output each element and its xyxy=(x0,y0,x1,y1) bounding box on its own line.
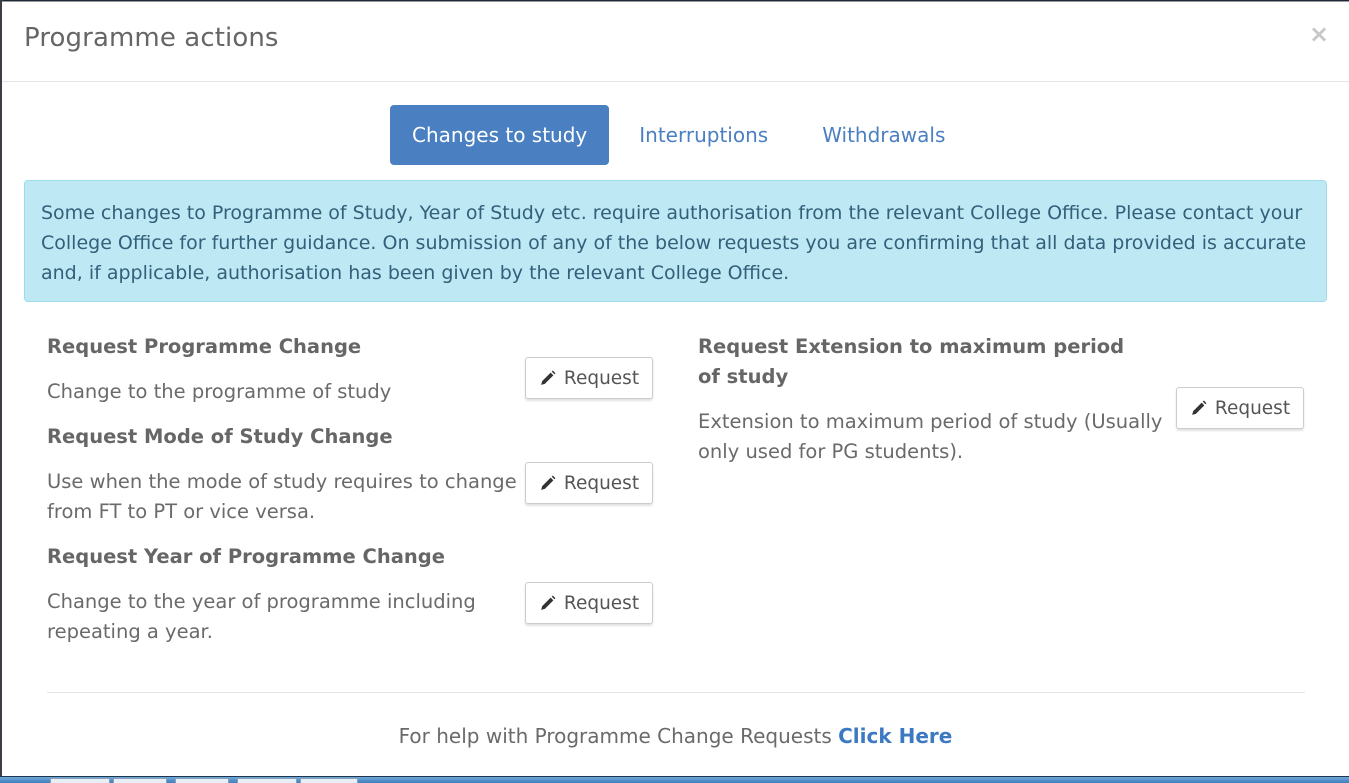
pencil-icon xyxy=(541,370,556,385)
request-button-label: Request xyxy=(563,472,640,494)
pencil-icon xyxy=(1192,400,1207,415)
taskbar-item[interactable] xyxy=(113,778,167,783)
action-title: Request Year of Programme Change xyxy=(47,545,445,568)
pencil-icon xyxy=(541,595,556,610)
action-mode-of-study-change: Request Mode of Study Change Use when th… xyxy=(47,422,653,542)
info-alert: Some changes to Programme of Study, Year… xyxy=(24,180,1327,302)
programme-actions-modal: Programme actions × Changes to study Int… xyxy=(2,1,1349,776)
request-extension-button[interactable]: Request xyxy=(1176,387,1304,429)
close-icon: × xyxy=(1308,20,1330,48)
action-tabs: Changes to study Interruptions Withdrawa… xyxy=(390,105,967,165)
taskbar-item[interactable] xyxy=(237,778,297,783)
action-year-of-programme-change: Request Year of Programme Change Change … xyxy=(47,542,653,662)
close-button[interactable]: × xyxy=(1307,20,1331,48)
actions-column-left: Request Programme Change Change to the p… xyxy=(47,332,653,662)
help-link[interactable]: Click Here xyxy=(838,724,952,748)
action-title: Request Mode of Study Change xyxy=(47,425,393,448)
taskbar-item[interactable] xyxy=(175,778,229,783)
tab-changes-to-study[interactable]: Changes to study xyxy=(390,105,610,165)
help-footer: For help with Programme Change Requests … xyxy=(2,724,1349,748)
request-button-label: Request xyxy=(563,592,640,614)
actions-column-right: Request Extension to maximum period of s… xyxy=(698,332,1304,472)
request-mode-of-study-change-button[interactable]: Request xyxy=(525,462,653,504)
tab-withdrawals[interactable]: Withdrawals xyxy=(800,105,967,165)
request-button-label: Request xyxy=(1214,397,1291,419)
request-year-of-programme-change-button[interactable]: Request xyxy=(525,582,653,624)
taskbar-item[interactable] xyxy=(50,778,110,783)
taskbar-item[interactable] xyxy=(300,778,358,783)
tab-interruptions[interactable]: Interruptions xyxy=(617,105,790,165)
request-programme-change-button[interactable]: Request xyxy=(525,357,653,399)
help-text: For help with Programme Change Requests xyxy=(398,724,839,748)
action-extension-max-period: Request Extension to maximum period of s… xyxy=(698,332,1304,472)
action-title: Request Extension to maximum period of s… xyxy=(698,335,1125,388)
modal-title: Programme actions xyxy=(24,23,279,53)
action-programme-change: Request Programme Change Change to the p… xyxy=(47,332,653,422)
pencil-icon xyxy=(541,475,556,490)
request-button-label: Request xyxy=(563,367,640,389)
footer-divider xyxy=(47,692,1305,693)
modal-header: Programme actions × xyxy=(2,2,1349,82)
